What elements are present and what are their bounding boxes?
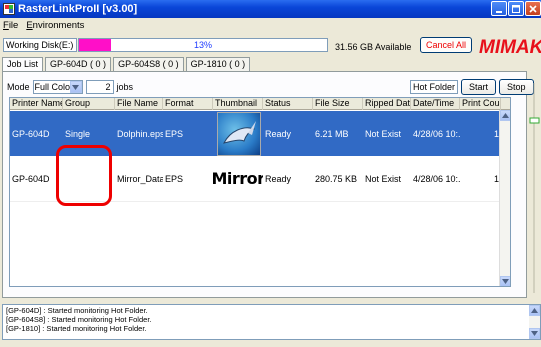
col-printer-name[interactable]: Printer Name <box>10 98 63 110</box>
cell-datetime: 4/28/06 10:... <box>413 128 460 139</box>
hot-folder-label: Hot Folder <box>410 80 459 94</box>
hot-folder-controls: Hot Folder Start Stop <box>410 78 534 96</box>
maximize-icon <box>512 4 520 13</box>
table-row[interactable]: GP-604D Single Dolphin.eps EPS Ready 6.2… <box>10 111 510 156</box>
tab-gp-1810[interactable]: GP-1810 ( 0 ) <box>185 57 251 71</box>
tab-job-list[interactable]: Job List <box>2 57 44 72</box>
cell-format: EPS <box>165 173 184 184</box>
cell-file-name: Dolphin.eps <box>117 128 163 139</box>
splitter-handle[interactable] <box>528 78 541 298</box>
tab-bar: Job List GP-604D ( 0 ) GP-604S8 ( 0 ) GP… <box>2 57 252 72</box>
cell-printer: GP-604D <box>12 173 50 184</box>
scroll-down-icon[interactable] <box>529 328 540 339</box>
menu-bar: File Environments <box>0 18 541 32</box>
cell-group <box>63 156 115 201</box>
svg-text:MIMAKI: MIMAKI <box>479 37 541 57</box>
cell-file-name: Mirror_Data... <box>117 173 163 184</box>
log-area[interactable]: [GP-604D] : Started monitoring Hot Folde… <box>2 304 541 340</box>
mimaki-logo: MIMAKI <box>477 35 541 57</box>
mode-bar: Mode Full Color 2 jobs <box>7 78 133 96</box>
disk-usage-progress: 13% <box>78 38 328 52</box>
tab-gp-604s8[interactable]: GP-604S8 ( 0 ) <box>113 57 184 71</box>
job-table: Printer Name Group File Name Format Thum… <box>9 97 511 287</box>
col-format[interactable]: Format <box>163 98 213 110</box>
cell-count: 1 <box>493 128 499 139</box>
table-header: Printer Name Group File Name Format Thum… <box>10 98 510 110</box>
scroll-down-icon[interactable] <box>500 276 510 286</box>
cell-datetime: 4/28/06 10:... <box>413 173 460 184</box>
scroll-up-icon[interactable] <box>529 305 540 316</box>
close-button[interactable] <box>525 1 541 16</box>
cell-count: 1 <box>493 173 499 184</box>
close-icon <box>529 4 537 13</box>
col-file-size[interactable]: File Size <box>313 98 363 110</box>
mirror-thumbnail-text: Mirror <box>213 169 263 188</box>
scroll-up-icon[interactable] <box>500 110 510 121</box>
mode-select[interactable]: Full Color <box>32 80 83 94</box>
tab-gp-604d[interactable]: GP-604D ( 0 ) <box>45 57 112 71</box>
cell-format: EPS <box>165 128 184 139</box>
menu-environments[interactable]: Environments <box>26 20 84 31</box>
col-file-name[interactable]: File Name <box>115 98 163 110</box>
col-thumbnail[interactable]: Thumbnail <box>213 98 263 110</box>
log-line: [GP-604S8] : Started monitoring Hot Fold… <box>6 315 152 324</box>
col-status[interactable]: Status <box>263 98 313 110</box>
cell-thumbnail: Mirror <box>213 156 263 201</box>
log-line: [GP-1810] : Started monitoring Hot Folde… <box>6 324 147 333</box>
col-print-count[interactable]: Print Count <box>460 98 501 110</box>
cell-printer: GP-604D <box>12 128 50 139</box>
cancel-all-button[interactable]: Cancel All <box>420 37 472 53</box>
cell-status: Ready <box>265 173 292 184</box>
cell-size: 280.75 KB <box>315 173 358 184</box>
chevron-down-icon[interactable] <box>69 81 82 93</box>
minimize-icon <box>496 10 502 13</box>
jobs-label: jobs <box>116 82 134 92</box>
cell-status: Ready <box>265 128 292 139</box>
table-row[interactable]: GP-604D Mirror_Data... EPS Mirror Ready … <box>10 156 510 202</box>
cell-group: Single <box>65 128 91 139</box>
disk-status-row: Working Disk(E:) 13% 31.56 GB Available … <box>0 34 541 58</box>
log-scrollbar[interactable] <box>529 305 540 339</box>
cell-thumbnail <box>213 111 263 156</box>
app-icon <box>3 3 15 15</box>
dolphin-thumbnail-image <box>217 111 261 156</box>
col-ripped-data[interactable]: Ripped Data <box>363 98 411 110</box>
mode-select-value: Full Color <box>34 82 74 92</box>
col-group[interactable]: Group <box>63 98 115 110</box>
disk-available: 31.56 GB Available <box>335 42 412 52</box>
start-button[interactable]: Start <box>461 79 497 95</box>
table-scrollbar[interactable] <box>499 110 510 286</box>
col-date-time[interactable]: Date/Time <box>411 98 460 110</box>
working-disk-label: Working Disk(E:) <box>3 38 77 52</box>
maximize-button[interactable] <box>508 1 524 16</box>
job-count-field: 2 <box>85 80 114 94</box>
cell-ripped: Not Exist <box>365 173 402 184</box>
mode-label: Mode <box>7 82 30 92</box>
menu-file[interactable]: File <box>3 20 18 31</box>
minimize-button[interactable] <box>491 1 507 16</box>
title-bar: RasterLinkProII [v3.00] <box>0 0 541 18</box>
log-line: [GP-604D] : Started monitoring Hot Folde… <box>6 306 148 315</box>
window-title: RasterLinkProII [v3.00] <box>18 3 138 15</box>
cell-ripped: Not Exist <box>365 128 402 139</box>
progress-text: 13% <box>193 40 212 50</box>
cell-size: 6.21 MB <box>315 128 349 139</box>
